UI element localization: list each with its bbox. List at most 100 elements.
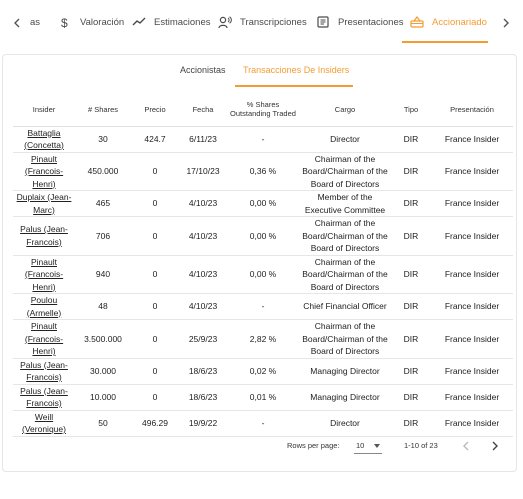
shares-cell: 48 [75,293,131,320]
presentacion-cell: France Insider [431,152,513,191]
shares-cell: 940 [75,255,131,294]
header-precio[interactable]: Precio [131,93,179,127]
header-tipo[interactable]: Tipo [391,93,431,127]
precio-cell: 0 [131,384,179,411]
fecha-cell: 17/10/23 [179,152,227,191]
precio-cell: 0 [131,293,179,320]
tipo-cell: DIR [391,152,431,191]
cargo-cell: Director [299,126,391,153]
shares-cell: 3.500.000 [75,319,131,359]
pct-cell: - [227,126,299,153]
scroll-left-icon[interactable] [8,14,26,32]
precio-cell: 0 [131,255,179,294]
header-cargo[interactable]: Cargo [299,93,391,127]
pct-cell: 0,00 % [227,190,299,217]
svg-text:$: $ [61,16,68,29]
insider-name[interactable]: Pinault (Francois-Henri) [13,319,75,359]
table-row: Pinault (Francois-Henri) 450.000 0 17/10/23… [13,152,513,191]
insider-name[interactable]: Pinault (Francois-Henri) [13,255,75,294]
pct-cell: 2,82 % [227,319,299,359]
caret-down-icon [374,444,380,448]
cargo-cell: Managing Director [299,384,391,411]
next-page-button[interactable] [487,438,503,454]
cargo-cell: Chairman of the Board/Chairman of the Bo… [299,216,391,256]
subtab-transacciones-insiders[interactable]: Transacciones De Insiders [243,65,349,85]
header-pct-shares[interactable]: % Shares Outstanding Traded [227,93,299,127]
rows-per-page-select[interactable]: 10 [354,438,382,454]
scroll-right-icon[interactable] [497,14,515,32]
tab-accionariado-label: Accionariado [432,16,487,28]
insider-name[interactable]: Duplaix (Jean-Marc) [13,190,75,217]
tipo-cell: DIR [391,293,431,320]
insider-name[interactable]: Pinault (Francois-Henri) [13,152,75,191]
fecha-cell: 4/10/23 [179,255,227,294]
shares-cell: 450.000 [75,152,131,191]
previous-page-button[interactable] [458,438,474,454]
insider-name[interactable]: Palus (Jean-Francois) [13,384,75,411]
tab-partial[interactable]: as [30,0,40,44]
precio-cell: 424.7 [131,126,179,153]
tipo-cell: DIR [391,319,431,359]
shares-cell: 30.000 [75,358,131,385]
fecha-cell: 18/6/23 [179,384,227,411]
tab-valoracion[interactable]: $ Valoración [58,0,124,44]
subtab-accionistas[interactable]: Accionistas [180,65,226,85]
tab-presentaciones[interactable]: Presentaciones [316,0,403,44]
table-row: Weill (Veronique) 50 496.29 19/9/22- Directo… [13,410,513,437]
active-subtab-indicator [235,85,353,87]
tipo-cell: DIR [391,216,431,256]
tipo-cell: DIR [391,358,431,385]
insider-name[interactable]: Weill (Veronique) [13,410,75,437]
shares-cell: 30 [75,126,131,153]
presentacion-cell: France Insider [431,410,513,437]
tipo-cell: DIR [391,190,431,217]
tipo-cell: DIR [391,384,431,411]
tab-transcripciones[interactable]: Transcripciones [218,0,307,44]
chevron-right-icon [492,441,498,451]
tab-estimaciones[interactable]: Estimaciones [132,0,211,44]
header-fecha[interactable]: Fecha [179,93,227,127]
tab-accionariado[interactable]: Accionariado [410,0,487,44]
shares-cell: 465 [75,190,131,217]
shares-cell: 50 [75,410,131,437]
pct-cell: 0,00 % [227,216,299,256]
header-shares[interactable]: # Shares [75,93,131,127]
cargo-cell: Managing Director [299,358,391,385]
tipo-cell: DIR [391,255,431,294]
insider-name[interactable]: Poulou (Armelle) [13,293,75,320]
rows-per-page-value: 10 [356,441,365,450]
table-row: Palus (Jean-Francois) 30.000 0 18/6/23 0,02 … [13,358,513,385]
tipo-cell: DIR [391,126,431,153]
precio-cell: 0 [131,319,179,359]
fecha-cell: 6/11/23 [179,126,227,153]
header-insider[interactable]: Insider [13,93,75,127]
insider-name[interactable]: Palus (Jean-Francois) [13,358,75,385]
pct-cell: 0,00 % [227,255,299,294]
presentacion-cell: France Insider [431,255,513,294]
presentacion-cell: France Insider [431,293,513,320]
shares-cell: 10.000 [75,384,131,411]
table-row: Duplaix (Jean-Marc) 465 0 4/10/23 0,00 % Memb… [13,190,513,217]
pagination: Rows per page: 10 1-10 of 23 [0,438,523,458]
tab-presentaciones-label: Presentaciones [338,16,404,28]
tab-transcripciones-label: Transcripciones [240,16,307,28]
dollar-icon: $ [58,15,72,29]
table-row: Pinault (Francois-Henri) 3.500.000 0 25/9/2… [13,319,513,359]
chevron-left-icon [463,441,469,451]
presentacion-cell: France Insider [431,358,513,385]
precio-cell: 496.29 [131,410,179,437]
fecha-cell: 4/10/23 [179,293,227,320]
insider-transactions-card: Accionistas Transacciones De Insiders In… [2,54,517,472]
table-row: Palus (Jean-Francois) 10.000 0 18/6/23 0,01 … [13,384,513,411]
insider-name[interactable]: Battaglia (Concetta) [13,126,75,153]
table-row: Palus (Jean-Francois) 706 0 4/10/23 0,00 % Ch… [13,216,513,256]
table-row: Battaglia (Concetta) 30 424.7 6/11/23- Direc… [13,126,513,153]
table-row: Pinault (Francois-Henri) 940 0 4/10/23 0,00 … [13,255,513,294]
active-tab-indicator [402,41,488,43]
pct-cell: 0,02 % [227,358,299,385]
fecha-cell: 4/10/23 [179,190,227,217]
header-presentacion[interactable]: Presentación [431,93,513,127]
tipo-cell: DIR [391,410,431,437]
fecha-cell: 4/10/23 [179,216,227,256]
insider-name[interactable]: Palus (Jean-Francois) [13,216,75,256]
